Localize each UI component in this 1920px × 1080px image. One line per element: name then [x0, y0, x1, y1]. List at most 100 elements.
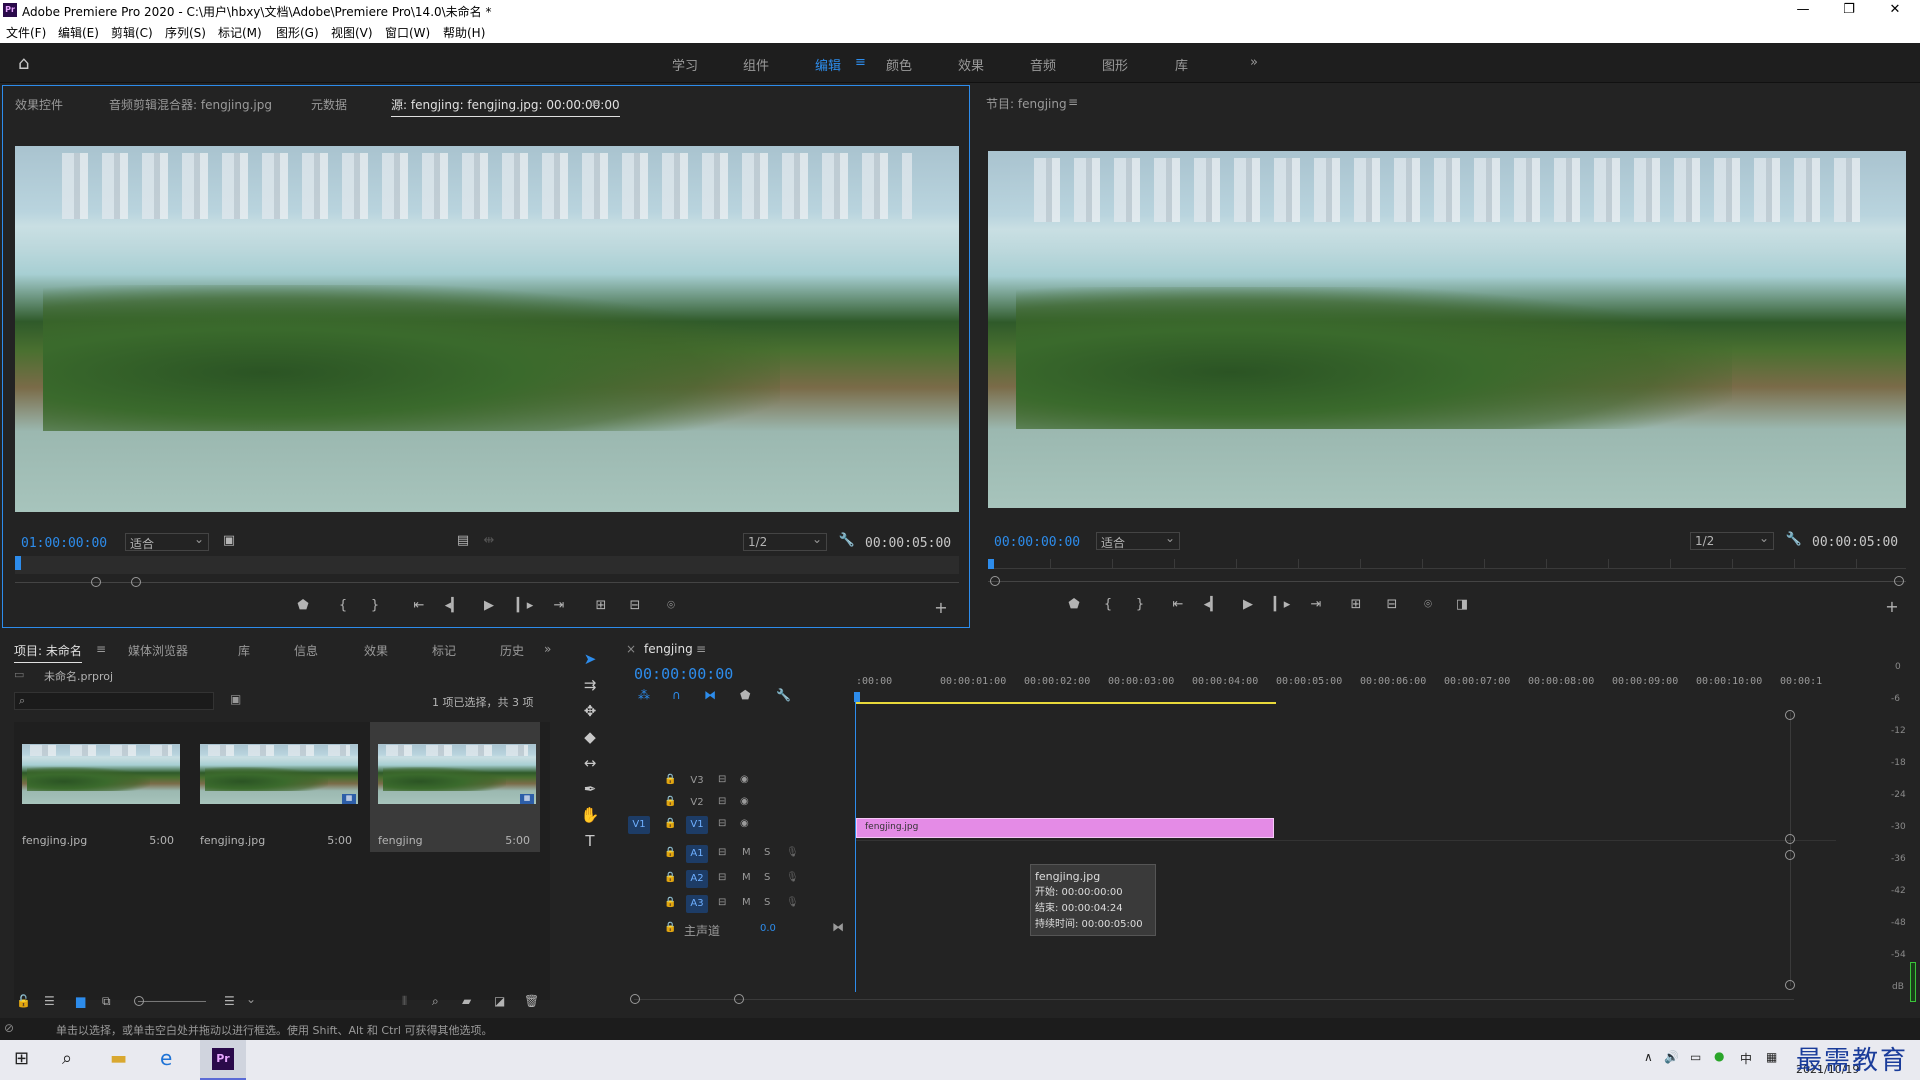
tab-audio-clip-mixer[interactable]: 音频剪辑混合器: fengjing.jpg: [109, 96, 272, 113]
project-panel-menu-icon[interactable]: ≡: [96, 642, 106, 656]
nest-icon[interactable]: ⁂: [638, 688, 650, 702]
track-lock-icon[interactable]: 🔒: [664, 774, 676, 785]
icon-view-icon[interactable]: ▆: [76, 994, 85, 1008]
program-time-ruler[interactable]: [988, 559, 1906, 569]
program-step-back-icon[interactable]: ◂▎: [1202, 597, 1222, 612]
maximize-button[interactable]: ❐: [1826, 0, 1872, 20]
tab-sequence[interactable]: fengjing: [644, 642, 693, 656]
thumbnail-size-slider[interactable]: [138, 1001, 206, 1002]
solo-button[interactable]: S: [764, 897, 770, 908]
workspace-assembly[interactable]: 组件: [743, 55, 769, 74]
program-zoom-handle-right[interactable]: [1894, 576, 1904, 586]
track-lock-icon[interactable]: 🔒: [664, 796, 676, 807]
security-icon[interactable]: ●: [1714, 1049, 1724, 1063]
workspace-color[interactable]: 颜色: [886, 55, 912, 74]
tab-media-browser[interactable]: 媒体浏览器: [128, 642, 188, 659]
source-zoom-dropdown[interactable]: 适合: [125, 532, 209, 551]
linked-selection-icon[interactable]: ⧓: [704, 688, 716, 702]
workspace-audio[interactable]: 音频: [1030, 55, 1056, 74]
tab-libraries[interactable]: 库: [238, 642, 250, 659]
source-drag-audio-icon[interactable]: ⇹: [479, 533, 499, 548]
tab-effect-controls[interactable]: 效果控件: [15, 96, 63, 113]
source-zoom-bar[interactable]: [15, 582, 959, 583]
program-add-button[interactable]: +: [1882, 597, 1902, 616]
home-icon[interactable]: ⌂: [18, 53, 29, 74]
workspace-libraries[interactable]: 库: [1175, 55, 1188, 74]
track-target[interactable]: A3: [686, 895, 708, 913]
lock-icon[interactable]: 🔓: [16, 994, 31, 1008]
microphone-icon[interactable]: 🎙: [786, 897, 799, 908]
workspace-more-icon[interactable]: »: [1250, 55, 1258, 70]
sync-lock-icon[interactable]: ⊟: [718, 818, 726, 829]
ime-indicator[interactable]: 中: [1740, 1050, 1752, 1067]
tab-program[interactable]: 节目: fengjing: [986, 95, 1067, 112]
trash-icon[interactable]: 🗑: [524, 994, 539, 1008]
track-lock-icon[interactable]: 🔒: [664, 922, 676, 933]
program-mark-out-icon[interactable]: }: [1130, 597, 1150, 612]
tab-source[interactable]: 源: fengjing: fengjing.jpg: 00:00:00:00: [391, 96, 620, 117]
pen-tool-icon[interactable]: ✒: [576, 780, 604, 802]
program-zoom-dropdown[interactable]: 适合: [1096, 531, 1180, 550]
timeline-clip[interactable]: fengjing.jpg: [856, 818, 1274, 838]
program-add-marker-icon[interactable]: ⬟: [1064, 597, 1084, 612]
edge-browser-icon[interactable]: e: [160, 1046, 172, 1070]
freeform-view-icon[interactable]: ⧉: [102, 994, 111, 1009]
program-zoom-handle-left[interactable]: [990, 576, 1000, 586]
menu-marker[interactable]: 标记(M): [218, 24, 262, 41]
zoom-handle-right[interactable]: [734, 994, 744, 1004]
taskbar-search-icon[interactable]: ⌕: [62, 1048, 72, 1069]
tab-info[interactable]: 信息: [294, 642, 318, 659]
eye-icon[interactable]: ◉: [740, 774, 749, 785]
step-back-icon[interactable]: ◂▎: [443, 598, 463, 613]
workspace-menu-icon[interactable]: ≡: [855, 55, 866, 70]
wrench-icon[interactable]: 🔧: [837, 533, 857, 548]
source-zoom-handle-left[interactable]: [91, 577, 101, 587]
timeline-menu-icon[interactable]: ≡: [696, 642, 706, 656]
file-explorer-icon[interactable]: ▬: [110, 1048, 127, 1069]
track-target[interactable]: V1: [686, 816, 708, 834]
tab-project[interactable]: 项目: 未命名: [14, 642, 82, 663]
new-item-icon[interactable]: ◪: [494, 994, 505, 1008]
tab-effects[interactable]: 效果: [364, 642, 388, 659]
tab-metadata[interactable]: 元数据: [311, 96, 347, 113]
workspace-editing[interactable]: 编辑: [815, 55, 841, 74]
ripple-edit-tool-icon[interactable]: ✥: [576, 702, 604, 724]
workspace-learn[interactable]: 学习: [672, 55, 698, 74]
zoom-handle-left[interactable]: [630, 994, 640, 1004]
sync-lock-icon[interactable]: ⊟: [718, 872, 726, 883]
menu-window[interactable]: 窗口(W): [385, 24, 430, 41]
mark-out-icon[interactable]: }: [365, 598, 385, 613]
source-panel-menu-icon[interactable]: ≡: [591, 96, 601, 110]
program-wrench-icon[interactable]: 🔧: [1784, 532, 1804, 547]
hand-tool-icon[interactable]: ✋: [576, 806, 604, 828]
timeline-horizontal-scrollbar[interactable]: [634, 999, 1794, 1000]
scroll-handle[interactable]: [1785, 850, 1795, 860]
program-step-forward-icon[interactable]: ▎▸: [1272, 597, 1292, 612]
source-drag-video-icon[interactable]: ▤: [453, 533, 473, 548]
go-to-out-icon[interactable]: ⇥: [549, 598, 569, 613]
sync-lock-icon[interactable]: ⊟: [718, 897, 726, 908]
source-resolution-dropdown[interactable]: 1/2: [743, 532, 827, 551]
timeline-timecode[interactable]: 00:00:00:00: [634, 665, 733, 683]
mute-button[interactable]: M: [742, 872, 751, 883]
solo-button[interactable]: S: [764, 872, 770, 883]
program-mark-in-icon[interactable]: {: [1098, 597, 1118, 612]
ime-mode-icon[interactable]: ▦: [1766, 1050, 1777, 1064]
timeline-playhead[interactable]: [855, 692, 856, 992]
program-playhead[interactable]: [988, 559, 994, 569]
sync-lock-icon[interactable]: ⊟: [718, 796, 726, 807]
eye-icon[interactable]: ◉: [740, 818, 749, 829]
windows-start-icon[interactable]: ⊞: [14, 1048, 29, 1069]
project-tabs-more-icon[interactable]: »: [544, 642, 551, 656]
program-go-to-in-icon[interactable]: ⇤: [1168, 597, 1188, 612]
master-volume[interactable]: 0.0: [760, 923, 776, 934]
sort-icon[interactable]: ☰: [224, 994, 235, 1008]
project-search-input[interactable]: ⌕: [14, 692, 214, 710]
go-to-in-icon[interactable]: ⇤: [409, 598, 429, 613]
comparison-view-icon[interactable]: ◨: [1452, 597, 1472, 612]
track-select-tool-icon[interactable]: ⇉: [576, 676, 604, 698]
program-playhead-timecode[interactable]: 00:00:00:00: [994, 535, 1080, 550]
tab-history[interactable]: 历史: [500, 642, 524, 659]
extract-icon[interactable]: ⊟: [1382, 597, 1402, 612]
track-target[interactable]: V2: [686, 794, 708, 812]
